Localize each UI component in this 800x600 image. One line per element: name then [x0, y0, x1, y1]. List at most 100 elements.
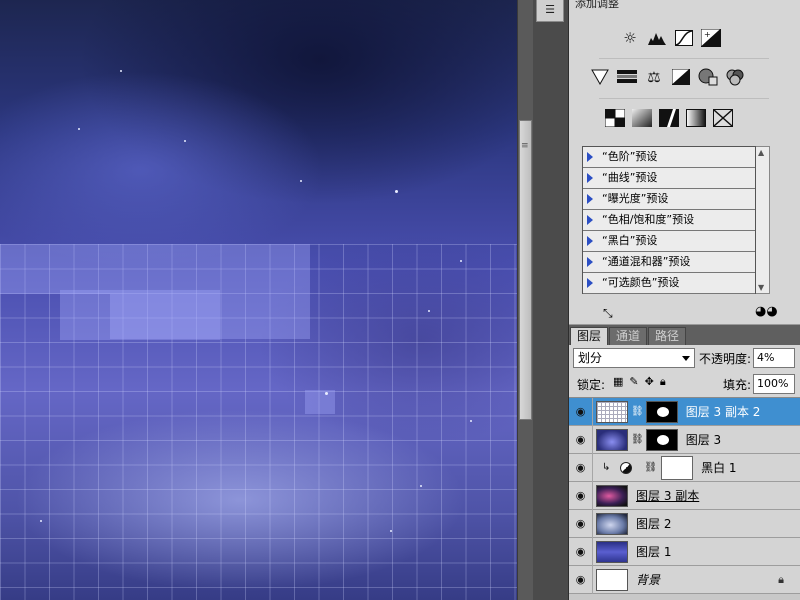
channel-mixer-icon[interactable]	[723, 66, 747, 88]
expand-arrow-icon[interactable]	[587, 257, 593, 267]
scrollbar-thumb[interactable]	[519, 120, 532, 420]
link-chain-icon[interactable]: ⛓	[631, 406, 644, 417]
hue-saturation-icon[interactable]	[615, 66, 639, 88]
star	[428, 310, 430, 312]
layer-name: 图层 3 副本	[636, 489, 700, 503]
vibrance-icon[interactable]	[588, 66, 612, 88]
tab-layers[interactable]: 图层	[570, 327, 609, 345]
blend-mode-select[interactable]: 划分	[573, 348, 695, 368]
blend-mode-value: 划分	[578, 351, 603, 365]
exposure-icon[interactable]: +	[699, 27, 723, 49]
lock-transparent-icon[interactable]: ▦	[613, 375, 623, 389]
posterize-icon[interactable]	[630, 107, 654, 129]
layer-thumbnail	[596, 568, 628, 591]
link-chain-icon[interactable]: ⛓	[644, 462, 657, 473]
fill-label: 填充:	[723, 378, 752, 392]
lock-move-icon[interactable]: ✥	[645, 375, 654, 389]
scroll-up-icon[interactable]: ▲	[758, 148, 764, 157]
link-chain-icon[interactable]: ⛓	[631, 434, 644, 445]
opacity-input[interactable]: 4%	[753, 348, 795, 368]
levels-icon[interactable]	[645, 27, 669, 49]
visibility-toggle[interactable]: ◉	[569, 453, 593, 482]
canvas-glow	[60, 290, 220, 340]
layer-row[interactable]: ◉ ⛓ 图层 3 副本 2	[569, 397, 800, 426]
document-canvas[interactable]	[0, 0, 517, 600]
gradient-map-icon[interactable]	[684, 107, 708, 129]
lock-paint-icon[interactable]: ✎	[629, 375, 638, 389]
preset-list-scrollbar[interactable]: ▲ ▼	[756, 146, 770, 294]
layer-row[interactable]: ◉ 图层 2	[569, 509, 800, 538]
preset-label: “黑白”预设	[602, 234, 658, 247]
photo-filter-icon[interactable]	[696, 66, 720, 88]
preset-label: “曝光度”预设	[602, 192, 669, 205]
layer-name: 图层 1	[636, 545, 672, 559]
layer-mask-thumbnail[interactable]	[645, 428, 678, 451]
return-to-adjustments-icon[interactable]: ⤡	[603, 306, 613, 321]
expand-arrow-icon[interactable]	[587, 278, 593, 288]
layer-row[interactable]: ◉ 图层 1	[569, 537, 800, 566]
opacity-label: 不透明度:	[699, 352, 752, 366]
star	[460, 260, 462, 262]
curves-icon[interactable]	[672, 27, 696, 49]
adjustment-icons-row-1: ☼ +	[618, 27, 723, 49]
layer-row[interactable]: ◉ 图层 3 副本	[569, 481, 800, 510]
preset-item-hue-saturation[interactable]: “色相/饱和度”预设	[583, 210, 755, 231]
preset-item-curves[interactable]: “曲线”预设	[583, 168, 755, 189]
adjustment-presets-list[interactable]: “色阶”预设 “曲线”预设 “曝光度”预设 “色相/饱和度”预设 “黑白”预设 …	[582, 146, 756, 294]
expand-arrow-icon[interactable]	[587, 152, 593, 162]
scroll-down-icon[interactable]: ▼	[758, 283, 764, 292]
visibility-toggle[interactable]: ◉	[569, 397, 593, 426]
canvas-vertical-scrollbar[interactable]: ≡	[517, 0, 533, 600]
expand-arrow-icon[interactable]	[587, 173, 593, 183]
layer-name: 图层 3 副本 2	[685, 405, 761, 419]
expand-arrow-icon[interactable]	[587, 194, 593, 204]
selective-color-icon[interactable]	[711, 107, 735, 129]
threshold-icon[interactable]	[657, 107, 681, 129]
expand-arrow-icon[interactable]	[587, 236, 593, 246]
layer-row[interactable]: ◉ ⛓ 图层 3	[569, 425, 800, 454]
layer-mask-thumbnail[interactable]	[645, 400, 678, 423]
brightness-contrast-icon[interactable]: ☼	[618, 27, 642, 49]
preset-label: “通道混和器”预设	[602, 255, 691, 268]
invert-icon[interactable]	[603, 107, 627, 129]
preset-item-exposure[interactable]: “曝光度”预设	[583, 189, 755, 210]
fill-input[interactable]: 100%	[753, 374, 795, 394]
star	[395, 190, 398, 193]
preset-item-selective-color[interactable]: “可选颜色”预设	[583, 273, 755, 294]
layer-name: 图层 3	[685, 433, 722, 447]
adjustment-layer-icon[interactable]	[620, 461, 633, 474]
eye-icon: ◉	[575, 405, 586, 418]
adjustment-options-icon[interactable]: ◕◕	[755, 304, 778, 319]
expand-arrow-icon[interactable]	[587, 215, 593, 225]
visibility-toggle[interactable]: ◉	[569, 565, 593, 594]
visibility-toggle[interactable]: ◉	[569, 481, 593, 510]
clipping-arrow-icon: ↳	[602, 462, 611, 473]
color-balance-icon[interactable]: ⚖	[642, 66, 666, 88]
lock-all-icon[interactable]: 🔒︎	[660, 375, 666, 389]
star	[184, 140, 186, 142]
visibility-toggle[interactable]: ◉	[569, 537, 593, 566]
layer-thumbnail	[596, 484, 628, 507]
preset-item-black-white[interactable]: “黑白”预设	[583, 231, 755, 252]
layer-row[interactable]: ◉ ↳ ⛓ 黑白 1	[569, 453, 800, 482]
eye-icon: ◉	[575, 433, 586, 446]
tab-channels[interactable]: 通道	[609, 327, 648, 345]
layer-mask-thumbnail[interactable]	[661, 455, 694, 480]
visibility-toggle[interactable]: ◉	[569, 425, 593, 454]
preset-item-channel-mixer[interactable]: “通道混和器”预设	[583, 252, 755, 273]
history-panel-button[interactable]: ☰	[536, 0, 564, 22]
layer-thumbnail	[596, 400, 628, 423]
layer-list: ◉ ⛓ 图层 3 副本 2 ◉ ⛓ 图层 3 ◉ ↳ ⛓ 黑白 1 ◉ 图层 3	[569, 397, 800, 600]
icon-row-divider	[599, 98, 769, 99]
svg-text:+: +	[704, 30, 711, 39]
star	[300, 180, 302, 182]
visibility-toggle[interactable]: ◉	[569, 509, 593, 538]
black-white-icon[interactable]	[669, 66, 693, 88]
lock-icon: 🔒︎	[778, 572, 784, 586]
tab-paths[interactable]: 路径	[648, 327, 687, 345]
layer-row[interactable]: ◉ 背景 🔒︎	[569, 565, 800, 594]
chevron-down-icon	[682, 356, 690, 361]
preset-label: “曲线”预设	[602, 171, 658, 184]
collapsed-panel-strip: ☰	[533, 0, 569, 600]
preset-item-levels[interactable]: “色阶”预设	[583, 147, 755, 168]
